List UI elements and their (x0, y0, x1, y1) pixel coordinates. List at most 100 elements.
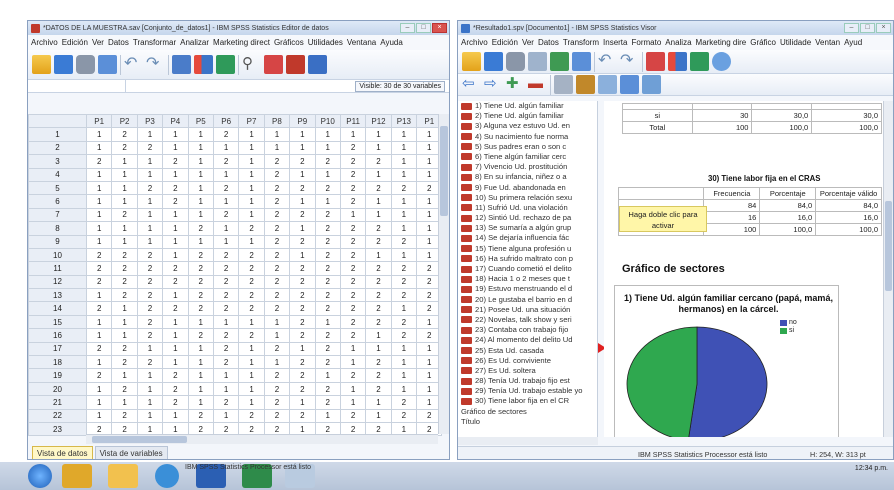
data-cell[interactable]: 2 (314, 274, 341, 290)
data-cell[interactable]: 2 (136, 274, 164, 290)
left-menu-item[interactable]: Edición (62, 38, 88, 47)
data-cell[interactable]: 1 (162, 127, 189, 142)
media-player-icon[interactable] (62, 464, 92, 488)
row-header[interactable]: 21 (28, 395, 87, 410)
data-cell[interactable]: 1 (212, 314, 240, 330)
data-cell[interactable]: 2 (263, 301, 291, 316)
data-cell[interactable]: 2 (263, 221, 291, 236)
data-cell[interactable]: 2 (212, 355, 240, 370)
data-cell[interactable]: 2 (339, 328, 367, 343)
data-cell[interactable]: 2 (162, 194, 189, 209)
data-cell[interactable]: 2 (238, 301, 265, 316)
data-cell[interactable]: 1 (289, 167, 316, 182)
data-cell[interactable]: 1 (111, 221, 138, 236)
data-cell[interactable]: 2 (289, 261, 316, 276)
data-cell[interactable]: 1 (289, 247, 316, 263)
left-menu-item[interactable]: Marketing direct (213, 38, 270, 47)
outline-item[interactable]: 9) Fue Ud. abandonada en (458, 183, 597, 193)
data-cell[interactable]: 2 (314, 381, 341, 397)
start-button-icon[interactable] (28, 464, 52, 488)
grid-scroll-thumb[interactable] (440, 126, 448, 216)
data-cell[interactable]: 1 (187, 395, 214, 410)
data-cell[interactable]: 2 (111, 288, 138, 303)
data-cell[interactable]: 2 (365, 261, 392, 276)
data-cell[interactable]: 2 (238, 221, 265, 236)
data-cell[interactable]: 1 (365, 341, 392, 357)
data-cell[interactable]: 2 (162, 381, 189, 397)
data-cell[interactable]: 2 (314, 395, 341, 410)
data-cell[interactable]: 1 (390, 381, 418, 397)
data-cell[interactable]: 2 (390, 234, 418, 249)
data-cell[interactable]: 1 (85, 288, 113, 303)
data-cell[interactable]: 2 (111, 127, 138, 142)
data-cell[interactable]: 2 (162, 395, 189, 410)
row-header[interactable]: 18 (28, 355, 87, 370)
data-cell[interactable]: 2 (339, 180, 367, 196)
column-header[interactable]: P3 (136, 113, 164, 129)
data-cell[interactable]: 1 (238, 180, 265, 196)
data-cell[interactable]: 2 (136, 314, 164, 330)
data-cell[interactable]: 2 (339, 408, 367, 423)
column-header[interactable]: P5 (187, 113, 214, 129)
left-menu-item[interactable]: Ver (92, 38, 104, 47)
data-cell[interactable]: 1 (136, 368, 164, 383)
data-cell[interactable]: 1 (162, 408, 189, 423)
redo-icon[interactable]: ↷ (146, 55, 165, 74)
row-header[interactable]: 2 (28, 140, 87, 156)
data-cell[interactable]: 1 (136, 221, 164, 236)
demote-icon[interactable]: ⇨ (484, 75, 503, 94)
data-cell[interactable]: 1 (136, 395, 164, 410)
data-cell[interactable]: 2 (111, 274, 138, 290)
data-cell[interactable]: 1 (85, 167, 113, 182)
outline-item[interactable]: 26) Es Ud. conviviente (458, 356, 597, 366)
data-cell[interactable]: 2 (212, 288, 240, 303)
data-cell[interactable]: 2 (187, 288, 214, 303)
dialog-recall-icon[interactable] (98, 55, 117, 74)
data-cell[interactable]: 1 (187, 140, 214, 156)
maximize-button[interactable]: □ (416, 23, 431, 33)
show-icon[interactable] (554, 75, 573, 94)
data-cell[interactable]: 1 (289, 341, 316, 357)
data-cell[interactable]: 2 (314, 301, 341, 316)
data-cell[interactable]: 2 (85, 368, 113, 383)
data-cell[interactable]: 2 (263, 154, 291, 169)
data-cell[interactable]: 2 (238, 408, 265, 423)
use-variable-sets-icon[interactable] (712, 52, 731, 71)
data-cell[interactable]: 1 (263, 355, 291, 370)
data-cell[interactable]: 2 (339, 221, 367, 236)
data-cell[interactable]: 1 (390, 247, 418, 263)
data-cell[interactable]: 1 (187, 341, 214, 357)
outline-item[interactable]: 12) Sintió Ud. rechazo de pa (458, 213, 597, 223)
data-cell[interactable]: 1 (136, 194, 164, 209)
data-cell[interactable]: 1 (238, 395, 265, 410)
data-cell[interactable]: 1 (162, 314, 189, 330)
data-cell[interactable]: 2 (390, 261, 418, 276)
split-file-icon[interactable] (308, 55, 327, 74)
frequency-table-top[interactable]: si 30 30,0 30,0 Total 100 100,0 100,0 (622, 103, 882, 134)
data-cell[interactable]: 1 (339, 207, 367, 223)
data-cell[interactable]: 1 (111, 301, 138, 316)
undo-icon[interactable]: ↶ (598, 52, 617, 71)
column-header[interactable]: P10 (314, 113, 341, 129)
dialog-recall-icon[interactable] (572, 52, 591, 71)
data-cell[interactable]: 2 (85, 247, 113, 263)
data-cell[interactable]: 2 (289, 355, 316, 370)
data-cell[interactable]: 2 (162, 274, 189, 290)
row-header[interactable]: 4 (28, 167, 87, 182)
insert-text-icon[interactable] (642, 75, 661, 94)
data-cell[interactable]: 1 (111, 180, 138, 196)
data-cell[interactable]: 1 (187, 234, 214, 249)
data-cell[interactable]: 2 (136, 261, 164, 276)
data-cell[interactable]: 1 (187, 127, 214, 142)
print-icon[interactable] (76, 55, 95, 74)
data-cell[interactable]: 2 (238, 247, 265, 263)
data-cell[interactable]: 2 (289, 328, 316, 343)
row-header[interactable]: 22 (28, 408, 87, 423)
cell-reference-box[interactable] (28, 80, 126, 92)
data-cell[interactable]: 1 (289, 395, 316, 410)
data-cell[interactable]: 1 (339, 355, 367, 370)
data-cell[interactable]: 1 (212, 140, 240, 156)
data-cell[interactable]: 2 (263, 247, 291, 263)
data-cell[interactable]: 1 (212, 221, 240, 236)
data-cell[interactable]: 2 (263, 207, 291, 223)
